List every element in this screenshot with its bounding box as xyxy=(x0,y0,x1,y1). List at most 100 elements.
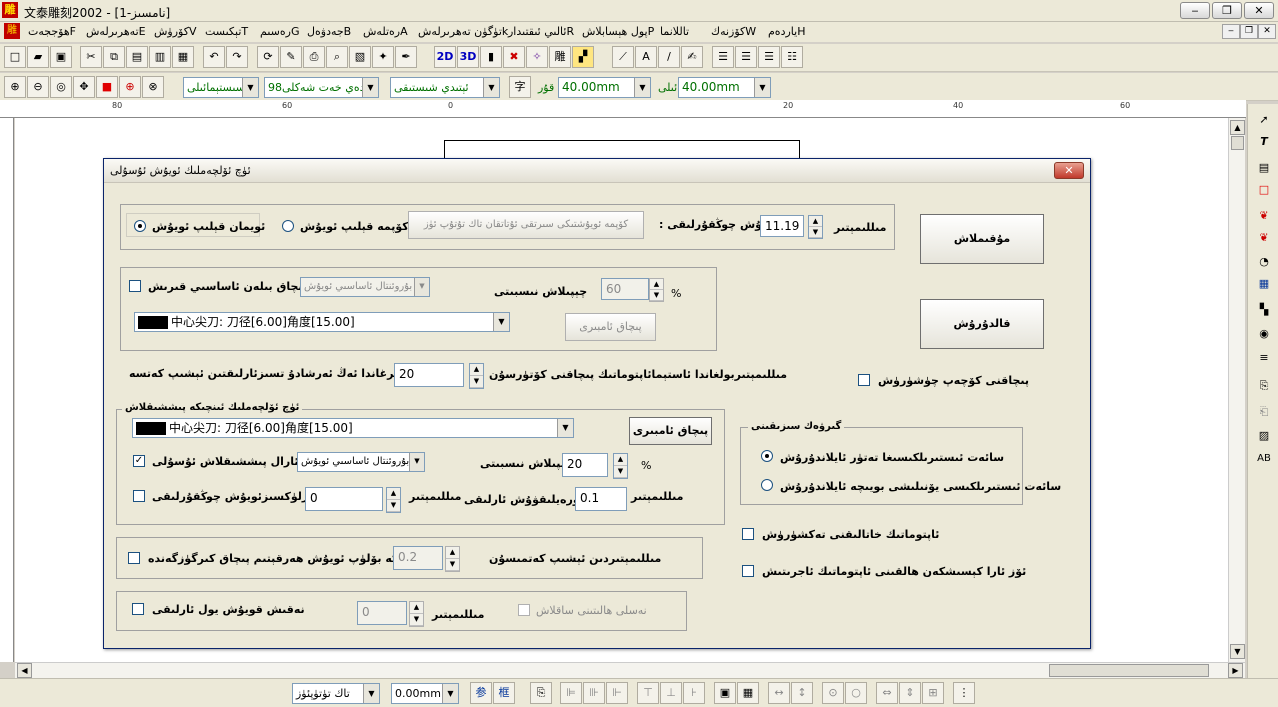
align-top-icon[interactable]: ⊤ xyxy=(637,682,659,704)
fine-overlap-input[interactable]: 20 xyxy=(562,453,608,477)
dir-cw-radio[interactable] xyxy=(761,450,773,462)
tool2-select[interactable]: 中心尖刀: 刀径[6.00]角度[15.00] ▼ xyxy=(132,418,574,438)
text-edit-icon[interactable]: ✍ xyxy=(681,46,703,68)
path-input[interactable]: 0 xyxy=(357,601,407,625)
path-icon[interactable]: ✧ xyxy=(526,46,548,68)
close-button[interactable]: ✕ xyxy=(1244,2,1274,19)
fine-depth-input[interactable]: 0 xyxy=(305,487,383,511)
font-name-select[interactable]: سىستېمائىلى ▼ xyxy=(183,77,259,98)
fine-mode-select[interactable]: بۇروئنتال ئاساسىي ئويۇش ▼ xyxy=(297,452,425,472)
ab-text-icon[interactable]: AB xyxy=(1253,449,1275,469)
copy-icon[interactable]: ⧉ xyxy=(103,46,125,68)
fine-overlap-spinner[interactable]: ▲ ▼ xyxy=(613,453,628,479)
merge-icon[interactable]: 参 xyxy=(470,682,492,704)
height-select[interactable]: 40.00mm ▼ xyxy=(678,77,771,98)
menu-node-edit[interactable]: تۈگۈن تەھرىرلەشk xyxy=(418,25,508,38)
same-size-icon[interactable]: ⊞ xyxy=(922,682,944,704)
text-frame-icon[interactable]: A xyxy=(635,46,657,68)
disabled-tool-icon[interactable]: ⎗ xyxy=(1253,402,1275,422)
ok-button[interactable]: مۇقىملاش xyxy=(920,214,1044,264)
step-input[interactable]: 0.1 xyxy=(575,487,627,511)
scrollbar-thumb[interactable] xyxy=(1231,136,1244,150)
menu-path-calc[interactable]: پول ھېسابلاشP xyxy=(582,25,654,38)
paste-icon[interactable]: ▤ xyxy=(126,46,148,68)
scroll-left-icon[interactable]: ◀ xyxy=(17,663,32,678)
3d-view-icon[interactable]: 3D xyxy=(457,46,479,68)
outline-mirror-radio[interactable] xyxy=(134,220,146,232)
menu-text[interactable]: تېكىستT xyxy=(205,25,248,38)
group-icon[interactable]: ▣ xyxy=(714,682,736,704)
table-icon[interactable]: ▦ xyxy=(1253,274,1275,294)
align-left-edge-icon[interactable]: ⊫ xyxy=(560,682,582,704)
zoom-area-icon[interactable]: ⊗ xyxy=(142,76,164,98)
print-preview-icon[interactable]: ⌕ xyxy=(326,46,348,68)
color-fill-icon[interactable]: ■ xyxy=(96,76,118,98)
minimize-button[interactable]: ‒ xyxy=(1180,2,1210,19)
layer-select[interactable]: تاك تۈتۈپئۈز ▼ xyxy=(292,683,380,704)
grid-icon[interactable]: ▚ xyxy=(1253,300,1275,320)
measure-icon[interactable]: ⟋ xyxy=(612,46,634,68)
grid-dots-icon[interactable]: ⋮ xyxy=(953,682,975,704)
menu-edit[interactable]: تەھرىرلەشE xyxy=(86,25,146,38)
scroll-up-icon[interactable]: ▲ xyxy=(1230,120,1245,135)
dir-ccw-radio[interactable] xyxy=(761,479,773,491)
auto-check-checkbox[interactable] xyxy=(742,528,754,540)
align-right-icon[interactable]: ☰ xyxy=(758,46,780,68)
menu-help[interactable]: ياردەمH xyxy=(768,25,805,38)
overlap-check-checkbox[interactable] xyxy=(742,565,754,577)
max-depth-spinner[interactable]: ▲ ▼ xyxy=(469,363,484,389)
cut-icon[interactable]: ✂ xyxy=(80,46,102,68)
align-hcenter-icon[interactable]: ⊪ xyxy=(583,682,605,704)
frame-icon[interactable]: 框 xyxy=(493,682,515,704)
align-justify-icon[interactable]: ☷ xyxy=(781,46,803,68)
overlap-spinner[interactable]: ▲ ▼ xyxy=(649,278,664,302)
same-height-icon[interactable]: ⇕ xyxy=(899,682,921,704)
space-v-icon[interactable]: ↕ xyxy=(791,682,813,704)
cancel-button[interactable]: قالدۇرۇش xyxy=(920,299,1044,349)
path-spinner[interactable]: ▲ ▼ xyxy=(409,601,424,627)
carve-icon[interactable]: ▮ xyxy=(480,46,502,68)
text-tool-icon[interactable]: T xyxy=(1253,132,1275,152)
path-checkbox[interactable] xyxy=(132,603,144,615)
fine-enable-checkbox[interactable]: ✓ xyxy=(133,455,145,467)
zoom-in-icon[interactable]: ⊕ xyxy=(4,76,26,98)
edit-page-icon[interactable]: ✎ xyxy=(280,46,302,68)
zoom-red-icon[interactable]: ⊕ xyxy=(119,76,141,98)
save-icon[interactable]: ▣ xyxy=(50,46,72,68)
menu-view[interactable]: كۆرۈشV xyxy=(154,25,197,38)
dialog-close-button[interactable]: ✕ xyxy=(1054,162,1084,179)
max-depth-input[interactable]: 20 xyxy=(394,363,464,387)
pointer-icon[interactable]: ➚ xyxy=(1253,110,1275,130)
ungroup-icon[interactable]: ▦ xyxy=(737,682,759,704)
rotate-icon[interactable]: ⟳ xyxy=(257,46,279,68)
bulb-icon[interactable]: ✦ xyxy=(372,46,394,68)
circle-icon[interactable]: ○ xyxy=(845,682,867,704)
same-width-icon[interactable]: ⇔ xyxy=(876,682,898,704)
scroll-right-icon[interactable]: ▶ xyxy=(1228,663,1243,678)
scrollbar-thumb[interactable] xyxy=(1049,664,1209,677)
tool1-select[interactable]: 中心尖刀: 刀径[6.00]角度[15.00] ▼ xyxy=(134,312,510,332)
shapes-icon[interactable]: ◔ xyxy=(1253,252,1275,272)
menu-arrange[interactable]: رەتلەشA xyxy=(363,25,408,38)
new-file-icon[interactable]: □ xyxy=(4,46,26,68)
undo-icon[interactable]: ↶ xyxy=(203,46,225,68)
export-icon[interactable]: ⎘ xyxy=(1253,376,1275,396)
lines-icon[interactable]: ≡ xyxy=(1253,348,1275,368)
fine-depth-spinner[interactable]: ▲ ▼ xyxy=(386,487,401,513)
italic-icon[interactable]: / xyxy=(658,46,680,68)
layout-icon[interactable]: ▧ xyxy=(349,46,371,68)
image-tool-icon[interactable]: ▨ xyxy=(1253,426,1275,446)
redo-icon[interactable]: ↷ xyxy=(226,46,248,68)
depth-input[interactable]: 11.19 xyxy=(760,215,804,237)
zoom-fit-icon[interactable]: ◎ xyxy=(50,76,72,98)
open-folder-icon[interactable]: ▰ xyxy=(27,46,49,68)
print-icon[interactable]: ⎙ xyxy=(303,46,325,68)
layer-checkbox[interactable] xyxy=(128,552,140,564)
align-right-edge-icon[interactable]: ⊩ xyxy=(606,682,628,704)
vertical-scrollbar[interactable]: ▲ ▼ xyxy=(1228,118,1245,662)
output-icon[interactable]: ▞ xyxy=(572,46,594,68)
mirror-path-button[interactable]: كۆپمە ئويۇشتىكى سىرتقى ئۇتاتقان تاك تۇتۇ… xyxy=(408,211,644,239)
page-icon[interactable]: ⎘ xyxy=(530,682,552,704)
menu-file[interactable]: ھۆججەتF xyxy=(28,25,76,38)
overlap-input[interactable]: 60 xyxy=(601,278,649,300)
